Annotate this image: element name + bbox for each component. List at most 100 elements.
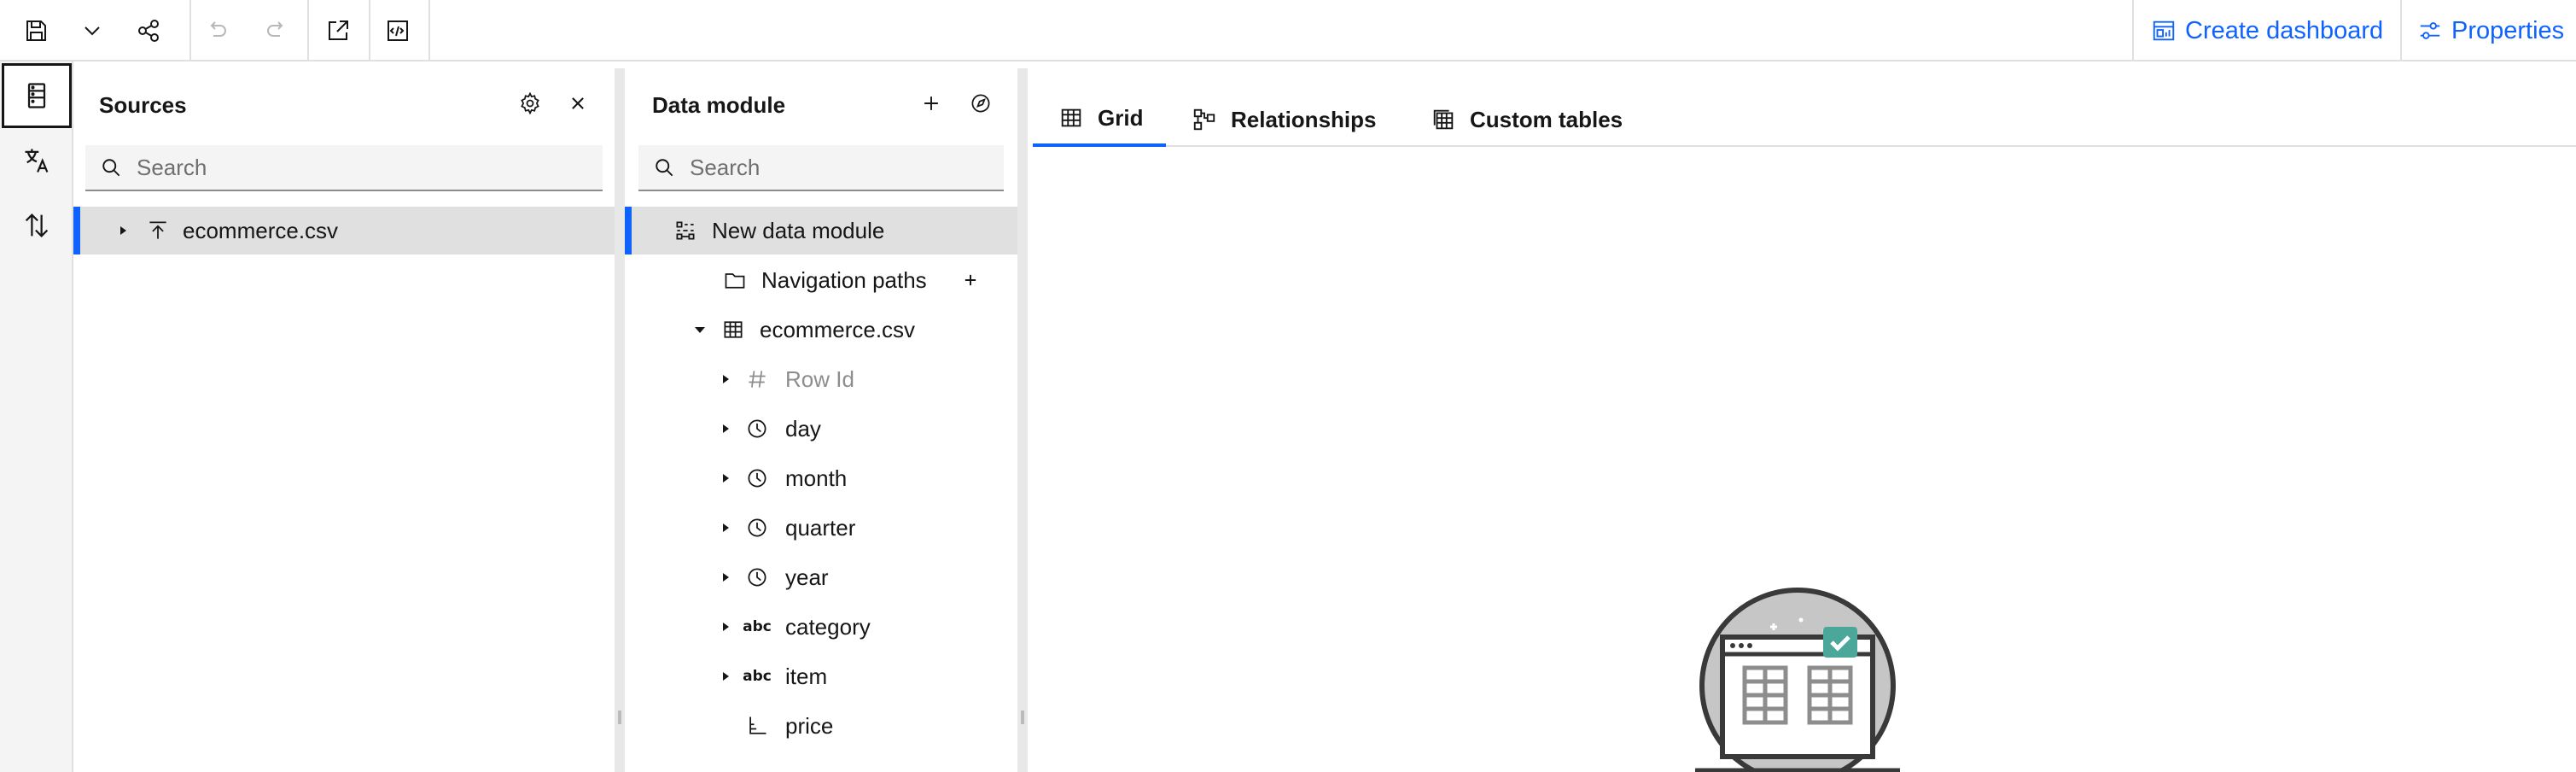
expand-caret-icon[interactable] bbox=[717, 470, 734, 487]
data-module-search-input[interactable] bbox=[690, 154, 982, 181]
measure-icon bbox=[744, 713, 770, 739]
create-dashboard-label: Create dashboard bbox=[2185, 16, 2384, 44]
add-navigation-path-button[interactable] bbox=[958, 267, 983, 293]
relink-button[interactable] bbox=[966, 89, 995, 118]
tree-item-label: year bbox=[785, 564, 829, 590]
sources-panel: Sources ecommerce.csv bbox=[73, 61, 615, 772]
tree-item-column[interactable]: quarter bbox=[625, 504, 1017, 552]
toolbar-divider bbox=[307, 0, 309, 61]
empty-grid-illustration bbox=[1695, 588, 1900, 772]
toolbar-divider bbox=[2400, 0, 2402, 61]
rail-item-sort[interactable] bbox=[0, 193, 73, 258]
tree-item-navigation-paths[interactable]: Navigation paths bbox=[625, 256, 1017, 304]
expand-caret-icon[interactable] bbox=[717, 371, 734, 388]
tab-label: Relationships bbox=[1231, 106, 1377, 132]
create-dashboard-button[interactable]: Create dashboard bbox=[2151, 0, 2383, 61]
tree-item-new-data-module[interactable]: New data module bbox=[625, 207, 1017, 254]
plus-icon bbox=[924, 96, 938, 110]
sort-arrows-icon bbox=[25, 213, 49, 237]
relationships-icon bbox=[1193, 108, 1215, 131]
expand-caret-icon[interactable] bbox=[717, 569, 734, 586]
clock-icon bbox=[744, 564, 770, 590]
data-sources-icon bbox=[27, 83, 46, 108]
expand-caret-icon[interactable] bbox=[717, 519, 734, 536]
code-validate-icon bbox=[388, 20, 408, 41]
tree-item-column[interactable]: abc category bbox=[625, 603, 1017, 651]
tree-item-column[interactable]: year bbox=[625, 553, 1017, 601]
data-module-splitter[interactable] bbox=[1017, 68, 1028, 772]
search-icon bbox=[102, 159, 120, 177]
expand-caret-icon[interactable] bbox=[717, 618, 734, 635]
expand-caret-icon[interactable] bbox=[717, 420, 734, 437]
tree-item-table[interactable]: ecommerce.csv bbox=[625, 306, 1017, 354]
main-view: Grid Relationships Custom tables bbox=[1029, 61, 2576, 772]
top-toolbar: Create dashboard Properties bbox=[0, 0, 2576, 61]
save-button[interactable] bbox=[9, 0, 63, 61]
rail-item-data-sources[interactable] bbox=[2, 63, 72, 128]
collapse-caret-icon[interactable] bbox=[691, 321, 708, 338]
plus-icon bbox=[965, 274, 976, 286]
expand-caret-icon[interactable] bbox=[114, 222, 131, 239]
tab-relationships[interactable]: Relationships bbox=[1166, 92, 1396, 147]
folder-icon bbox=[722, 267, 748, 293]
launch-button[interactable] bbox=[311, 0, 365, 61]
tab-grid[interactable]: Grid bbox=[1033, 92, 1166, 147]
abc-icon: abc bbox=[743, 668, 772, 685]
tree-item-column[interactable]: month bbox=[625, 454, 1017, 502]
redo-button[interactable] bbox=[249, 0, 304, 61]
tree-item-label: day bbox=[785, 415, 821, 442]
tab-label: Grid bbox=[1098, 104, 1144, 131]
settings-adjust-icon bbox=[2420, 22, 2440, 39]
add-button[interactable] bbox=[917, 89, 946, 118]
share-button[interactable] bbox=[121, 0, 176, 61]
tree-item-column[interactable]: Row Id bbox=[625, 355, 1017, 403]
tab-custom-tables[interactable]: Custom tables bbox=[1405, 92, 1652, 147]
undo-icon bbox=[210, 21, 226, 37]
chevron-down-icon bbox=[85, 26, 100, 36]
redo-icon bbox=[267, 21, 283, 37]
compass-icon bbox=[971, 94, 990, 113]
sources-search bbox=[85, 145, 603, 191]
source-item[interactable]: ecommerce.csv bbox=[73, 207, 615, 254]
data-module-title: Data module bbox=[652, 92, 786, 118]
rail-item-translate[interactable] bbox=[0, 128, 73, 193]
table-icon bbox=[720, 317, 746, 342]
expand-caret-icon[interactable] bbox=[717, 668, 734, 685]
left-rail bbox=[0, 61, 73, 772]
data-module-icon bbox=[673, 218, 698, 243]
properties-button[interactable]: Properties bbox=[2417, 0, 2564, 61]
tree-item-label: Row Id bbox=[785, 366, 854, 392]
dashboard-icon bbox=[2153, 20, 2175, 41]
upload-file-icon bbox=[145, 218, 171, 243]
sources-settings-button[interactable] bbox=[516, 89, 545, 118]
clock-icon bbox=[744, 416, 770, 442]
search-icon bbox=[656, 159, 673, 177]
translate-icon bbox=[25, 149, 49, 173]
save-icon bbox=[26, 20, 46, 41]
custom-tables-icon bbox=[1433, 109, 1454, 130]
validate-button[interactable] bbox=[370, 0, 425, 61]
close-icon bbox=[572, 97, 584, 109]
tree-item-label: item bbox=[785, 663, 828, 689]
launch-icon bbox=[329, 20, 348, 40]
save-options-dropdown[interactable] bbox=[65, 0, 119, 61]
close-sources-button[interactable] bbox=[563, 89, 592, 118]
toolbar-divider bbox=[2132, 0, 2134, 61]
tree-item-column[interactable]: day bbox=[625, 405, 1017, 453]
clock-icon bbox=[744, 465, 770, 491]
toolbar-divider bbox=[428, 0, 430, 61]
abc-icon: abc bbox=[743, 618, 772, 635]
sources-search-input[interactable] bbox=[137, 154, 551, 181]
tree-item-column[interactable]: price bbox=[625, 702, 1017, 750]
share-icon bbox=[138, 20, 159, 42]
tree-item-label: category bbox=[785, 613, 871, 640]
tree-item-label: Navigation paths bbox=[761, 266, 927, 293]
tree-item-label: New data module bbox=[712, 217, 885, 243]
tree-item-label: price bbox=[785, 712, 834, 739]
sources-splitter[interactable] bbox=[615, 68, 625, 772]
clock-icon bbox=[744, 515, 770, 541]
tree-item-column[interactable]: abc item bbox=[625, 652, 1017, 700]
undo-button[interactable] bbox=[189, 0, 244, 61]
view-tabs: Grid Relationships Custom tables bbox=[1033, 92, 2576, 147]
tree-item-label: month bbox=[785, 465, 848, 491]
